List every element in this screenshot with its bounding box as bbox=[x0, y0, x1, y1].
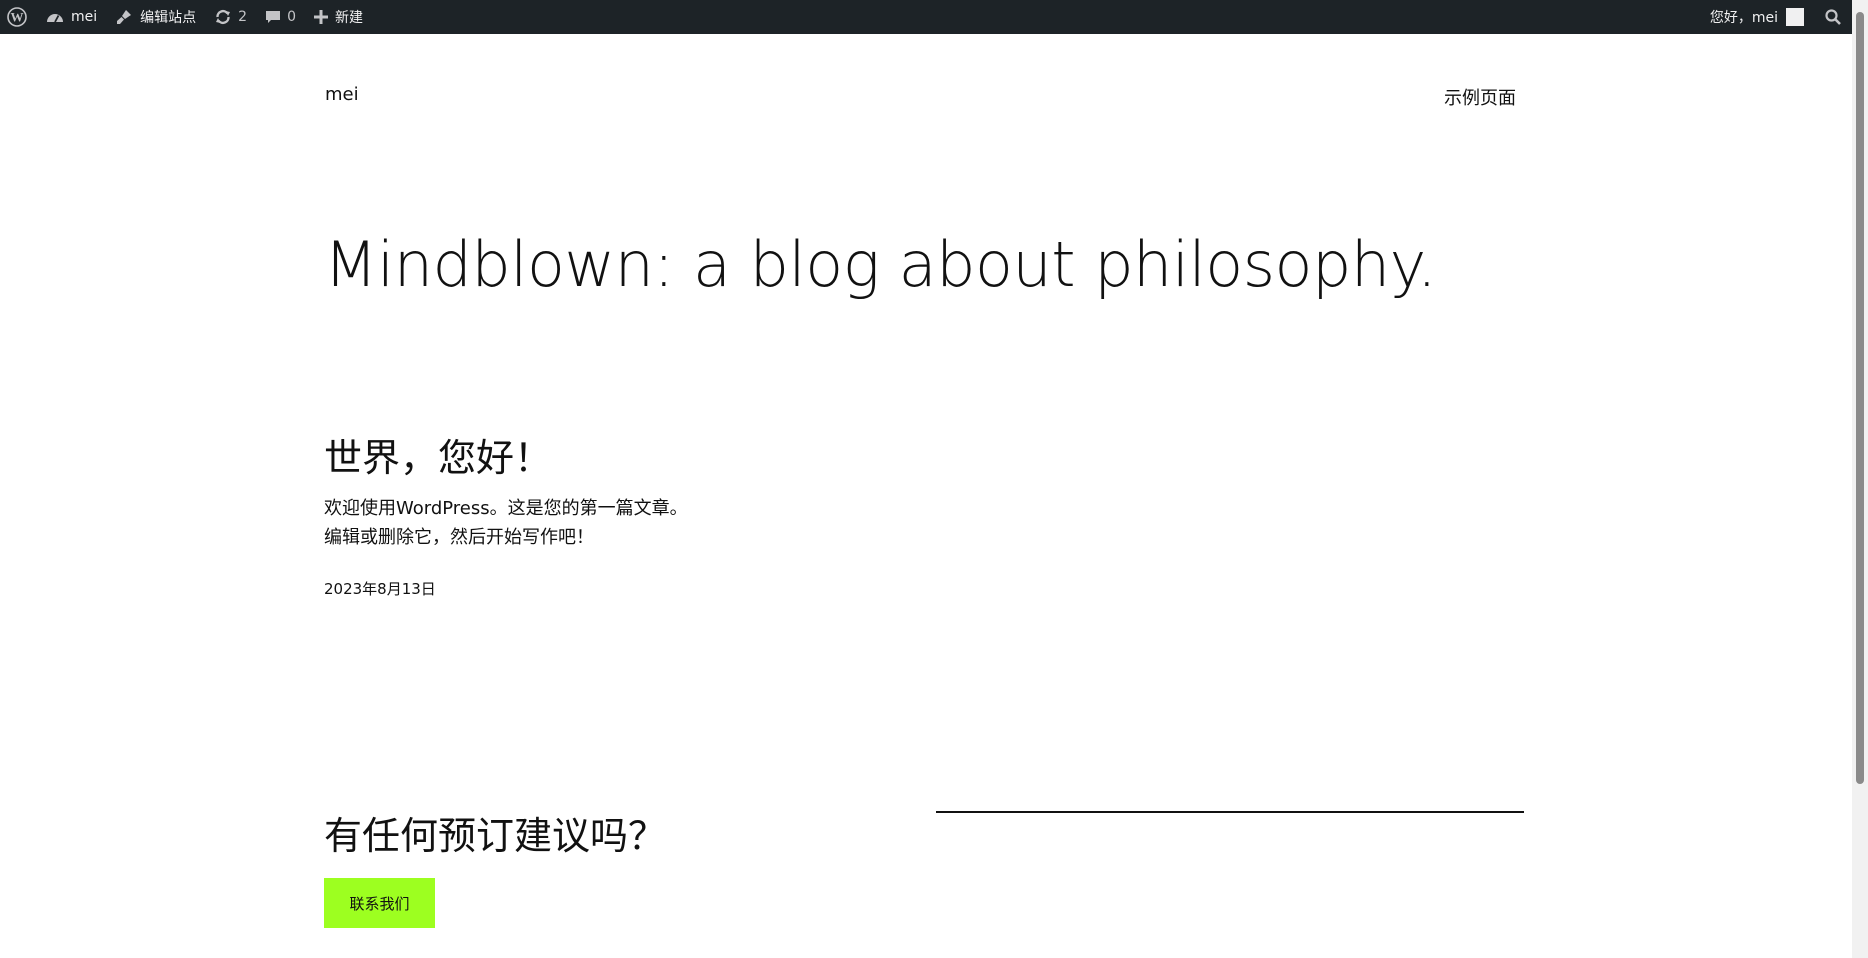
search-toggle[interactable] bbox=[1814, 0, 1852, 34]
wordpress-logo-menu[interactable]: W bbox=[0, 0, 37, 34]
admin-bar-left: W mei 编辑站点 2 0 新建 bbox=[0, 0, 372, 34]
comments-link[interactable]: 0 bbox=[256, 0, 305, 34]
customize-site-link[interactable]: 编辑站点 bbox=[106, 0, 205, 34]
scrollbar-thumb[interactable] bbox=[1856, 12, 1864, 784]
admin-bar-right: 您好，mei bbox=[1700, 0, 1852, 34]
comment-bubble-icon bbox=[266, 11, 281, 23]
nav-item-sample-page[interactable]: 示例页面 bbox=[1440, 84, 1516, 110]
brush-icon bbox=[117, 10, 132, 24]
post-excerpt: 欢迎使用WordPress。这是您的第一篇文章。编辑或删除它，然后开始写作吧！ bbox=[324, 498, 688, 548]
plus-icon bbox=[313, 10, 328, 24]
comments-count: 0 bbox=[287, 9, 296, 25]
dashboard-icon bbox=[47, 14, 63, 23]
page-scrollbar[interactable] bbox=[1852, 0, 1868, 958]
contact-us-button[interactable]: 联系我们 bbox=[324, 878, 435, 928]
updates-count: 2 bbox=[238, 9, 248, 25]
avatar bbox=[1786, 8, 1804, 26]
hero-heading: Mindblown: a blog about philosophy. bbox=[324, 228, 1437, 301]
greeting-label: 您好，mei bbox=[1709, 10, 1778, 26]
my-account-menu[interactable]: 您好，mei bbox=[1700, 0, 1814, 34]
new-content-menu[interactable]: 新建 bbox=[305, 0, 372, 34]
post-title-link[interactable]: 世界，您好！ bbox=[324, 427, 552, 482]
site-name-label: mei bbox=[71, 9, 98, 25]
new-label: 新建 bbox=[334, 10, 363, 26]
site-name-menu[interactable]: mei bbox=[37, 0, 106, 34]
updates-link[interactable]: 2 bbox=[205, 0, 256, 34]
post-date-link[interactable]: 2023年8月13日 bbox=[324, 578, 436, 599]
separator-line bbox=[936, 811, 1524, 813]
svg-text:W: W bbox=[11, 10, 24, 25]
admin-bar: W mei 编辑站点 2 0 新建 您好，mei bbox=[0, 0, 1852, 34]
customize-label: 编辑站点 bbox=[140, 10, 197, 26]
cta-heading: 有任何预订建议吗？ bbox=[324, 814, 667, 858]
site-title-link[interactable]: mei bbox=[325, 84, 359, 105]
updates-icon bbox=[216, 9, 231, 25]
wordpress-icon: W bbox=[7, 7, 27, 27]
search-icon bbox=[1825, 9, 1841, 25]
